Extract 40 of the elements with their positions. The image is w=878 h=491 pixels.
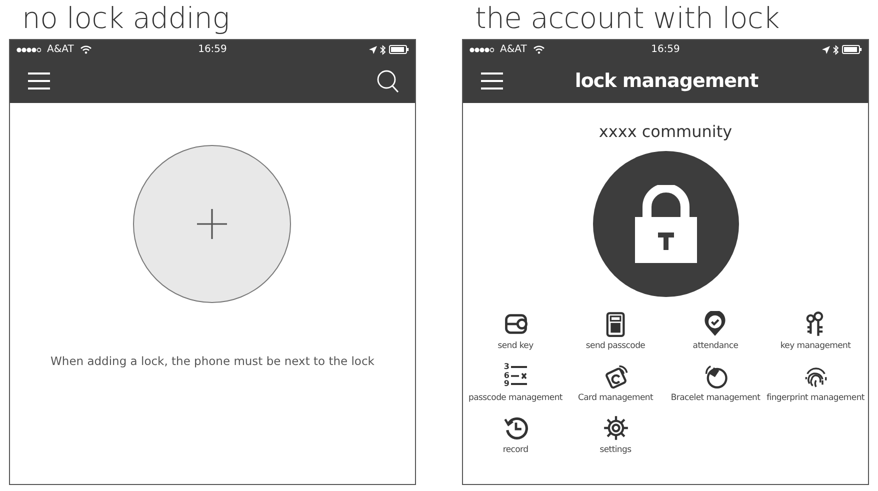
feature-button[interactable]: key management: [780, 311, 851, 351]
gear-icon: [602, 415, 628, 441]
card-key-icon: [502, 311, 528, 337]
menu-icon[interactable]: [28, 72, 50, 90]
padlock-icon: [632, 185, 698, 263]
bluetooth-icon: [380, 44, 386, 54]
check-pin-icon: [702, 311, 728, 337]
screen-title: lock management: [574, 70, 758, 92]
wifi-icon: [80, 45, 92, 54]
signal-icon: [16, 46, 41, 52]
hint-text: When adding a lock, the phone must be next to the lock: [50, 354, 374, 368]
feature-button[interactable]: Bracelet management: [670, 363, 760, 403]
feature-button[interactable]: fingerprint management: [766, 363, 864, 403]
community-name: xxxx community: [598, 122, 732, 141]
plus-icon: [197, 209, 228, 239]
location-arrow-icon: [369, 46, 377, 54]
clock-time: 16:59: [197, 44, 228, 55]
bluetooth-icon: [833, 44, 839, 54]
history-icon: [502, 415, 528, 441]
feature-button[interactable]: 3 6 9 passcode management: [468, 363, 562, 402]
search-icon[interactable]: [377, 70, 399, 92]
menu-icon[interactable]: [481, 72, 503, 90]
caption: no lock adding: [21, 0, 230, 37]
feature-button[interactable]: attendance: [692, 311, 738, 351]
tap-card-icon: [602, 363, 628, 389]
battery-icon: [842, 45, 862, 54]
carrier-name: A&AT: [47, 44, 74, 55]
feature-button[interactable]: settings: [600, 415, 632, 455]
feature-button[interactable]: send passcode: [586, 311, 646, 351]
bracelet-icon: [702, 363, 728, 389]
location-arrow-icon: [822, 46, 830, 54]
feature-button[interactable]: Card management: [578, 363, 654, 403]
feature-button[interactable]: record: [502, 415, 528, 455]
carrier-name: A&AT: [500, 44, 527, 55]
battery-icon: [389, 45, 409, 54]
caption: the account with lock: [474, 0, 781, 37]
clock-time: 16:59: [650, 44, 681, 55]
feature-button[interactable]: send key: [498, 311, 534, 351]
signal-icon: [469, 46, 494, 52]
wifi-icon: [532, 45, 545, 54]
